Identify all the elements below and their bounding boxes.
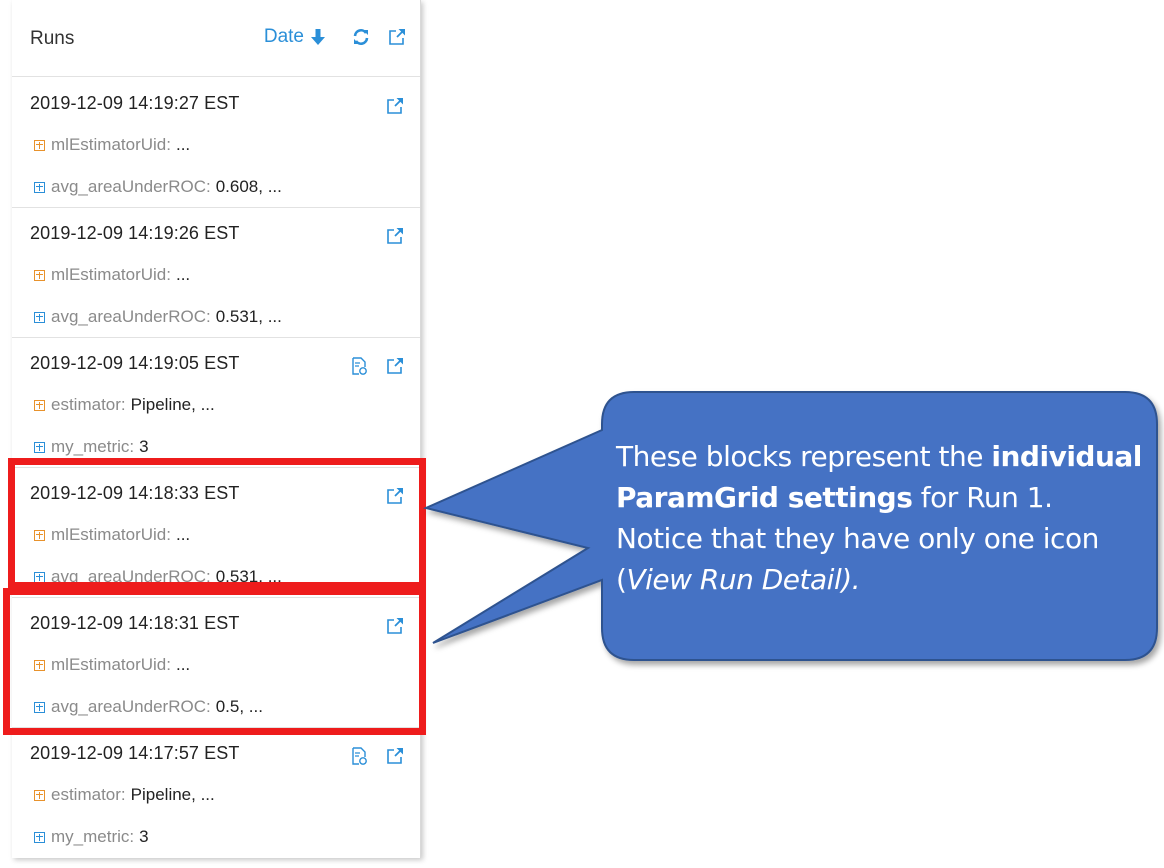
highlight-box-run-4 <box>8 458 426 589</box>
external-link-icon[interactable] <box>386 357 404 375</box>
notebook-icon[interactable] <box>350 747 368 765</box>
run-timestamp: 2019-12-09 14:19:05 EST <box>30 353 240 373</box>
arrow-down-icon <box>311 29 325 45</box>
metric-row[interactable]: avg_areaUnderROC: 0.608, ... <box>34 177 282 197</box>
callout-text-part-1: These blocks represent the <box>616 440 992 473</box>
expand-plus-icon[interactable] <box>34 181 45 193</box>
expand-plus-icon[interactable] <box>34 399 45 411</box>
expand-plus-icon[interactable] <box>34 311 45 323</box>
run-item[interactable]: 2019-12-09 14:17:57 EST estimator: Pipel… <box>12 727 420 857</box>
param-key: mlEstimatorUid: <box>51 265 171 284</box>
metric-row[interactable]: my_metric: 3 <box>34 437 149 457</box>
notebook-icon[interactable] <box>350 357 368 375</box>
run-item[interactable]: 2019-12-09 14:19:27 EST mlEstimatorUid: … <box>12 77 420 208</box>
param-row[interactable]: mlEstimatorUid: ... <box>34 135 190 155</box>
metric-row[interactable]: avg_areaUnderROC: 0.531, ... <box>34 307 282 327</box>
external-link-icon[interactable] <box>388 28 406 46</box>
param-row[interactable]: mlEstimatorUid: ... <box>34 265 190 285</box>
run-item[interactable]: 2019-12-09 14:19:26 EST mlEstimatorUid: … <box>12 207 420 338</box>
param-value: ... <box>175 135 191 154</box>
metric-value: 3 <box>139 827 149 846</box>
external-link-icon[interactable] <box>386 227 404 245</box>
param-key: estimator: <box>51 785 126 804</box>
metric-value: 0.608, ... <box>215 177 282 196</box>
expand-plus-icon[interactable] <box>34 269 45 281</box>
metric-key: avg_areaUnderROC: <box>51 307 211 326</box>
metric-key: my_metric: <box>51 827 135 846</box>
metric-key: avg_areaUnderROC: <box>51 177 211 196</box>
param-row[interactable]: estimator: Pipeline, ... <box>34 395 215 415</box>
param-value: Pipeline, ... <box>130 785 215 804</box>
expand-plus-icon[interactable] <box>34 441 45 453</box>
run-timestamp: 2019-12-09 14:19:26 EST <box>30 223 240 243</box>
sort-by-date-button[interactable]: Date <box>264 26 326 48</box>
metric-value: 0.531, ... <box>215 307 282 326</box>
callout-text-italic: View Run Detail). <box>626 563 861 596</box>
refresh-icon[interactable] <box>352 28 370 46</box>
expand-plus-icon[interactable] <box>34 831 45 843</box>
external-link-icon[interactable] <box>386 747 404 765</box>
metric-value: 3 <box>139 437 149 456</box>
highlight-box-run-5 <box>3 588 426 735</box>
screenshot-stage: Runs Date 2019-12-09 14:19:27 EST mlEsti… <box>0 0 1164 868</box>
runs-panel-header: Runs Date <box>12 0 420 77</box>
param-row[interactable]: estimator: Pipeline, ... <box>34 785 215 805</box>
expand-plus-icon[interactable] <box>34 789 45 801</box>
param-value: ... <box>175 265 191 284</box>
sort-label: Date <box>263 26 304 47</box>
run-timestamp: 2019-12-09 14:17:57 EST <box>30 743 240 763</box>
expand-plus-icon[interactable] <box>34 139 45 151</box>
param-key: estimator: <box>51 395 126 414</box>
run-item[interactable]: 2019-12-09 14:19:05 EST estimator: Pipel… <box>12 337 420 468</box>
metric-key: my_metric: <box>51 437 135 456</box>
param-key: mlEstimatorUid: <box>51 135 171 154</box>
run-timestamp: 2019-12-09 14:19:27 EST <box>30 93 240 113</box>
param-value: Pipeline, ... <box>130 395 215 414</box>
runs-title: Runs <box>30 28 75 49</box>
metric-row[interactable]: my_metric: 3 <box>34 827 149 847</box>
external-link-icon[interactable] <box>386 97 404 115</box>
callout-text: These blocks represent the individual Pa… <box>616 436 1146 600</box>
